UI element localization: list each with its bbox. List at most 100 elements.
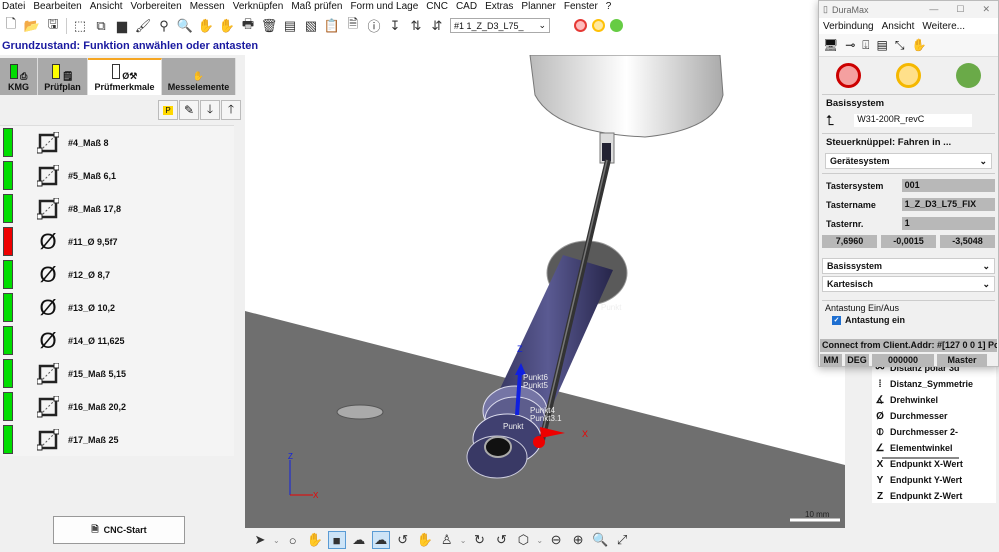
status-light-green[interactable] [955, 63, 981, 88]
menu-item[interactable]: Planner [521, 0, 555, 14]
feature-row[interactable]: Ø #13_Ø 10,2 [0, 291, 234, 324]
select-icon[interactable]: ⬚ [72, 18, 88, 34]
coord-system-select[interactable]: Basissystem ⌄ [822, 258, 995, 274]
edit-pencil-icon[interactable]: ✎ [179, 100, 199, 120]
status-light-green[interactable] [610, 19, 623, 32]
new-file-icon[interactable]: 🗋 [3, 16, 19, 34]
menu-weitere[interactable]: Weitere... [922, 21, 965, 32]
probe-down-icon[interactable]: ↧ [387, 18, 403, 34]
probe-check-icon[interactable]: ⍗ [862, 38, 869, 53]
feature-type-item[interactable]: Y Endpunkt Y-Wert [872, 472, 996, 488]
feature-row[interactable]: #16_Maß 20,2 [0, 390, 234, 423]
pan-hand-icon[interactable]: ✋ [416, 531, 434, 549]
menu-item[interactable]: Extras [485, 0, 513, 14]
connect-icon[interactable]: ⊸ [845, 38, 855, 52]
point-icon[interactable]: ○ [284, 531, 302, 549]
solid-cube-icon[interactable]: ■ [327, 531, 346, 549]
hand2-icon[interactable]: ✋ [219, 18, 235, 34]
maximize-button[interactable]: ☐ [956, 4, 964, 15]
shape-icon[interactable]: ☁ [350, 531, 368, 549]
status-light-yellow[interactable] [895, 63, 921, 88]
close-button[interactable]: ✕ [982, 4, 990, 15]
probe-icon[interactable]: ⚲ [156, 18, 172, 34]
report-icon[interactable]: ▧ [303, 18, 319, 34]
brush-icon[interactable]: 🖌 [135, 18, 152, 34]
menu-item[interactable]: Form und Lage [350, 0, 418, 14]
list-scrollbar[interactable] [234, 125, 244, 511]
feature-row[interactable]: Ø #11_Ø 9,5f7 [0, 225, 234, 258]
p-button[interactable]: P [158, 100, 178, 120]
menu-ansicht[interactable]: Ansicht [882, 21, 915, 32]
horizontal-scrollbar[interactable] [882, 457, 959, 459]
status-light-red[interactable] [836, 63, 862, 88]
save-icon[interactable]: 🖫 [45, 16, 61, 34]
document-icon[interactable]: 🗎 [345, 16, 361, 34]
rotate-cw-icon[interactable]: ↻ [470, 531, 488, 549]
hand-icon[interactable]: ✋ [306, 531, 324, 549]
feature-type-item[interactable]: ∡ Drehwinkel [872, 392, 996, 408]
list-icon[interactable]: ▤ [282, 18, 298, 34]
xyz-icon[interactable]: ♙ [438, 531, 456, 549]
arrow-down-icon[interactable]: 🡓 [200, 100, 220, 120]
feature-row[interactable]: #5_Maß 6,1 [0, 159, 234, 192]
menu-item[interactable]: Ansicht [90, 0, 123, 14]
help-icon[interactable]: ⓘ [366, 18, 382, 34]
status-light-yellow[interactable] [592, 19, 605, 32]
menu-verbindung[interactable]: Verbindung [823, 21, 874, 32]
menu-item[interactable]: Verknüpfen [233, 0, 284, 14]
print-icon[interactable]: 🖶 [240, 16, 256, 34]
feature-row[interactable]: #15_Maß 5,15 [0, 357, 234, 390]
zoom-out-icon[interactable]: ⊖ [547, 531, 565, 549]
probe-up-icon[interactable]: ⇅ [408, 18, 424, 34]
list-icon[interactable]: ▤ [877, 38, 888, 52]
rotate-ccw-icon[interactable]: ↺ [492, 531, 510, 549]
cube-view-icon[interactable]: ⬡ [514, 531, 532, 549]
tab-pruefmerkmale[interactable]: Ø⚒ Prüfmerkmale [88, 58, 162, 95]
probe-change-icon[interactable]: ⇵ [429, 18, 445, 34]
probe-select[interactable]: #1 1_Z_D3_L75_ ⌄ [450, 18, 550, 33]
feature-type-item[interactable]: ⁞ Distanz_Symmetrie [872, 376, 996, 392]
menu-item[interactable]: Messen [190, 0, 225, 14]
probing-checkbox[interactable]: ✓ [832, 315, 841, 325]
basissystem-field[interactable]: W31-200R_revC [854, 114, 973, 127]
search-icon[interactable]: 🔍 [177, 18, 193, 34]
delete-icon[interactable]: 🗑 [261, 18, 278, 34]
tab-pruefplan[interactable]: 🗒 Prüfplan [38, 58, 88, 95]
minimize-button[interactable]: — [929, 4, 938, 15]
zoom-in-icon[interactable]: ⊕ [569, 531, 587, 549]
paste-icon[interactable]: ▆ [114, 18, 130, 34]
menu-item[interactable]: Maß prüfen [291, 0, 342, 14]
feature-type-item[interactable]: ∠ Elementwinkel [872, 440, 996, 456]
fit-view-icon[interactable]: ⤢ [613, 531, 631, 549]
tab-kmg[interactable]: ⎙ KMG [0, 58, 38, 95]
cnc-start-button[interactable]: 🗎 CNC-Start [53, 516, 185, 544]
shape-selected-icon[interactable]: ☁ [371, 531, 390, 549]
tab-messelemente[interactable]: ✋ Messelemente [162, 58, 236, 95]
menu-item[interactable]: ? [606, 0, 612, 14]
feature-type-item[interactable]: Z Endpunkt Z-Wert [872, 488, 996, 503]
zoom-icon[interactable]: 🔍 [591, 531, 609, 549]
copy-icon[interactable]: ⧉ [93, 18, 109, 34]
open-folder-icon[interactable]: 📂 [24, 18, 40, 34]
resize-icon[interactable]: ⤡ [895, 38, 905, 53]
hand-icon[interactable]: ✋ [911, 38, 926, 52]
arrow-up-icon[interactable]: 🡑 [221, 100, 241, 120]
joystick-system-select[interactable]: Gerätesystem ⌄ [825, 153, 992, 169]
feature-type-item[interactable]: ⦶ Durchmesser 2- [872, 424, 996, 440]
feature-type-item[interactable]: Ø Durchmesser [872, 408, 996, 424]
menu-item[interactable]: Vorbereiten [131, 0, 182, 14]
menu-item[interactable]: Bearbeiten [33, 0, 81, 14]
feature-row[interactable]: Ø #12_Ø 8,7 [0, 258, 234, 291]
3d-viewport[interactable]: Z X Punkt Punkt6 Punkt5 Punkt4 Punkt3.1 … [245, 55, 845, 528]
rotate-point-icon[interactable]: ↺ [394, 531, 412, 549]
monitor-save-icon[interactable]: 🖥 [823, 38, 838, 52]
feature-row[interactable]: #17_Maß 25 [0, 423, 234, 456]
menu-item[interactable]: Datei [2, 0, 25, 14]
feature-row[interactable]: #8_Maß 17,8 [0, 192, 234, 225]
menu-item[interactable]: CNC [426, 0, 448, 14]
menu-item[interactable]: Fenster [564, 0, 598, 14]
feature-row[interactable]: #4_Maß 8 [0, 126, 234, 159]
pointer-icon[interactable]: ➤ [251, 531, 269, 549]
hand-icon[interactable]: ✋ [198, 18, 214, 34]
status-light-red[interactable] [574, 19, 587, 32]
